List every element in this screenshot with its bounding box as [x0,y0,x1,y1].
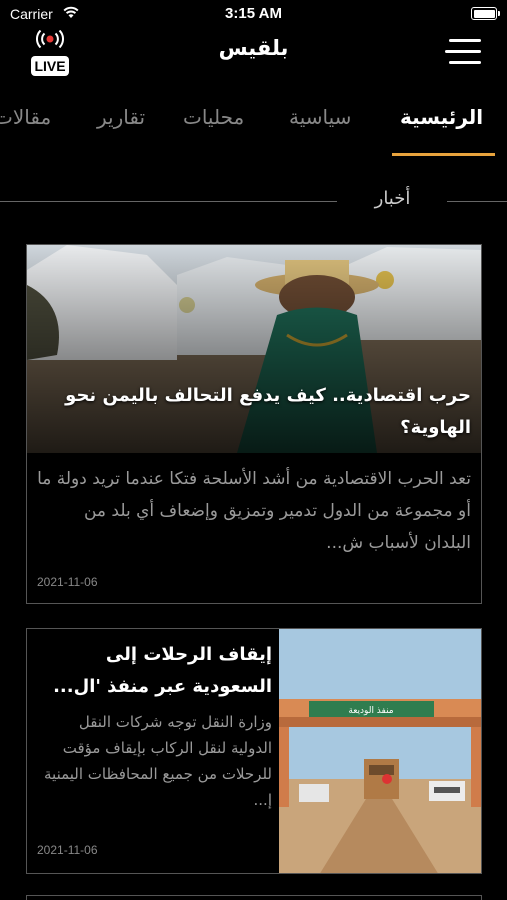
article-date: 2021-11-06 [37,575,98,589]
tab-articles[interactable]: مقالات [0,105,51,129]
article-excerpt: وزارة النقل توجه شركات النقل الدولية لنق… [44,713,272,809]
article-image: منفذ الوديعة [279,629,481,873]
category-tabs: الرئيسية سياسية محليات تقارير مقالات [0,100,507,160]
active-tab-indicator [392,153,495,156]
section-divider [0,201,337,202]
article-excerpt: تعد الحرب الاقتصادية من أشد الأسلحة فتكا… [37,469,471,553]
status-bar: Carrier 3:15 AM [0,0,507,28]
app-title: بلقيس [218,36,289,60]
battery-icon [471,7,500,20]
article-card[interactable] [26,895,482,900]
tab-politics[interactable]: سياسية [289,105,351,129]
section-divider [447,201,507,202]
article-date: 2021-11-06 [37,843,98,857]
clock: 3:15 AM [225,5,282,22]
section-title: أخبار [374,188,411,209]
hamburger-menu-icon[interactable] [445,36,481,68]
article-card[interactable]: منفذ الوديعة إيقاف الرحلات إلى السعودية … [26,628,482,874]
article-headline: حرب اقتصادية.. كيف يدفع التحالف باليمن ن… [65,385,471,438]
tab-home[interactable]: الرئيسية [400,105,483,129]
article-headline: إيقاف الرحلات إلى السعودية عبر منفذ 'ال.… [53,644,272,697]
article-card[interactable]: حرب اقتصادية.. كيف يدفع التحالف باليمن ن… [26,244,482,604]
sign-label: منفذ الوديعة [348,706,393,716]
tab-reports[interactable]: تقارير [97,105,145,129]
tab-local[interactable]: محليات [183,105,244,129]
